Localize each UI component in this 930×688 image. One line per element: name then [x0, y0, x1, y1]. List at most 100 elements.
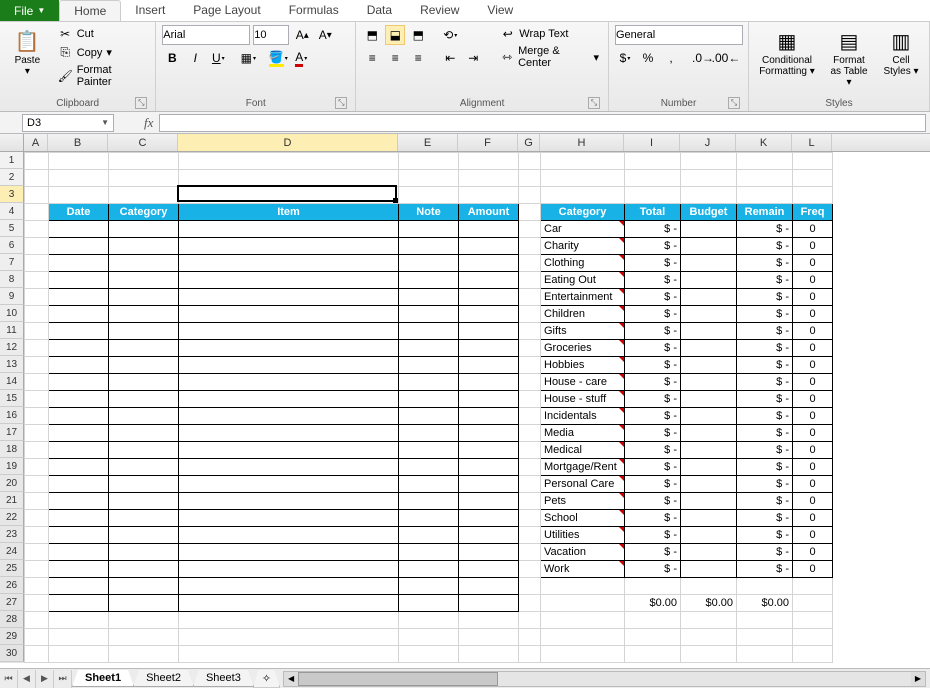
cell-H27[interactable] [541, 595, 625, 612]
border-button[interactable]: ▦▾ [238, 48, 258, 68]
cell-H19[interactable]: Mortgage/Rent [541, 459, 625, 476]
row-header-18[interactable]: 18 [0, 441, 24, 458]
scroll-right-button[interactable]: ▶ [911, 672, 925, 686]
cell-D13[interactable] [179, 357, 399, 374]
cell-D15[interactable] [179, 391, 399, 408]
cell-K27[interactable]: $0.00 [737, 595, 793, 612]
col-header-F[interactable]: F [458, 134, 518, 151]
next-sheet-button[interactable]: ▶ [36, 670, 54, 688]
cell-G6[interactable] [519, 238, 541, 255]
cell-I8[interactable]: $ - [625, 272, 681, 289]
percent-button[interactable]: % [638, 48, 658, 68]
cell-J21[interactable] [681, 493, 737, 510]
dialog-launcher[interactable]: ⤡ [728, 97, 740, 109]
cell-D28[interactable] [179, 612, 399, 629]
row-header-2[interactable]: 2 [0, 169, 24, 186]
cell-L8[interactable]: 0 [793, 272, 833, 289]
cell-K7[interactable]: $ - [737, 255, 793, 272]
cell-C19[interactable] [109, 459, 179, 476]
cell-J15[interactable] [681, 391, 737, 408]
cell-C26[interactable] [109, 578, 179, 595]
cell-L14[interactable]: 0 [793, 374, 833, 391]
cell-G11[interactable] [519, 323, 541, 340]
cell-F18[interactable] [459, 442, 519, 459]
cell-B26[interactable] [49, 578, 109, 595]
cell-G20[interactable] [519, 476, 541, 493]
underline-button[interactable]: U▾ [208, 48, 228, 68]
cell-L17[interactable]: 0 [793, 425, 833, 442]
row-header-4[interactable]: 4 [0, 203, 24, 220]
col-header-C[interactable]: C [108, 134, 178, 151]
cell-A21[interactable] [25, 493, 49, 510]
cell-K2[interactable] [737, 170, 793, 187]
row-header-10[interactable]: 10 [0, 305, 24, 322]
cell-G12[interactable] [519, 340, 541, 357]
cell-D11[interactable] [179, 323, 399, 340]
cell-D6[interactable] [179, 238, 399, 255]
cell-K30[interactable] [737, 646, 793, 663]
cell-C28[interactable] [109, 612, 179, 629]
cell-F24[interactable] [459, 544, 519, 561]
cell-C5[interactable] [109, 221, 179, 238]
cell-J2[interactable] [681, 170, 737, 187]
format-as-table-button[interactable]: ▤Format as Table ▾ [825, 25, 873, 90]
cell-A24[interactable] [25, 544, 49, 561]
cell-D7[interactable] [179, 255, 399, 272]
cell-E1[interactable] [399, 153, 459, 170]
cell-H8[interactable]: Eating Out [541, 272, 625, 289]
cell-A15[interactable] [25, 391, 49, 408]
align-top-button[interactable]: ⬒ [362, 25, 382, 45]
cell-K20[interactable]: $ - [737, 476, 793, 493]
cell-K5[interactable]: $ - [737, 221, 793, 238]
cell-B27[interactable] [49, 595, 109, 612]
cell-I17[interactable]: $ - [625, 425, 681, 442]
cell-G18[interactable] [519, 442, 541, 459]
increase-decimal-button[interactable]: .0→ [693, 48, 713, 68]
cell-D19[interactable] [179, 459, 399, 476]
italic-button[interactable]: I [185, 48, 205, 68]
cell-K16[interactable]: $ - [737, 408, 793, 425]
cell-L3[interactable] [793, 187, 833, 204]
cell-H3[interactable] [541, 187, 625, 204]
cell-I13[interactable]: $ - [625, 357, 681, 374]
cell-E12[interactable] [399, 340, 459, 357]
cell-D1[interactable] [179, 153, 399, 170]
cell-D4[interactable]: Item [179, 204, 399, 221]
cell-L15[interactable]: 0 [793, 391, 833, 408]
cell-A16[interactable] [25, 408, 49, 425]
row-header-25[interactable]: 25 [0, 560, 24, 577]
cell-C30[interactable] [109, 646, 179, 663]
cell-C13[interactable] [109, 357, 179, 374]
cell-E27[interactable] [399, 595, 459, 612]
decrease-decimal-button[interactable]: .00← [716, 48, 736, 68]
cell-B19[interactable] [49, 459, 109, 476]
cell-K18[interactable]: $ - [737, 442, 793, 459]
cell-J10[interactable] [681, 306, 737, 323]
cell-J22[interactable] [681, 510, 737, 527]
cell-G7[interactable] [519, 255, 541, 272]
dialog-launcher[interactable]: ⤡ [135, 97, 147, 109]
cell-F14[interactable] [459, 374, 519, 391]
cell-J16[interactable] [681, 408, 737, 425]
cell-D5[interactable] [179, 221, 399, 238]
cell-J1[interactable] [681, 153, 737, 170]
cell-J11[interactable] [681, 323, 737, 340]
cell-A9[interactable] [25, 289, 49, 306]
cell-J23[interactable] [681, 527, 737, 544]
cell-E24[interactable] [399, 544, 459, 561]
row-header-14[interactable]: 14 [0, 373, 24, 390]
cell-I4[interactable]: Total [625, 204, 681, 221]
cell-F13[interactable] [459, 357, 519, 374]
cell-J28[interactable] [681, 612, 737, 629]
cell-D17[interactable] [179, 425, 399, 442]
cell-E2[interactable] [399, 170, 459, 187]
row-header-26[interactable]: 26 [0, 577, 24, 594]
cell-J19[interactable] [681, 459, 737, 476]
align-bottom-button[interactable]: ⬒ [408, 25, 428, 45]
fx-icon[interactable]: fx [144, 115, 153, 131]
cell-K12[interactable]: $ - [737, 340, 793, 357]
cell-D21[interactable] [179, 493, 399, 510]
row-header-19[interactable]: 19 [0, 458, 24, 475]
cell-L21[interactable]: 0 [793, 493, 833, 510]
cell-D29[interactable] [179, 629, 399, 646]
